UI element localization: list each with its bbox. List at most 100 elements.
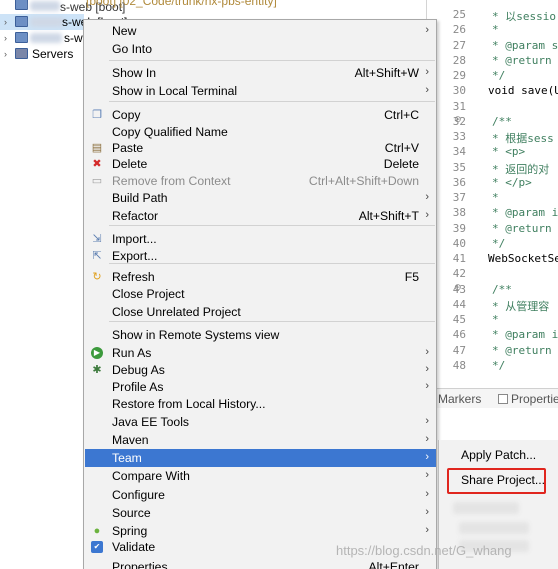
code-line: * (492, 313, 499, 326)
tree-item-servers[interactable]: › Servers (0, 46, 84, 62)
menu-item-label: Java EE Tools (112, 415, 190, 429)
project-icon (15, 32, 28, 43)
menu-item-label: Source (112, 506, 151, 520)
menu-item-label: Maven (112, 433, 149, 447)
menu-item-refactor[interactable]: Refactor Alt+Shift+T › (85, 207, 436, 225)
code-line: * @param i (492, 328, 558, 342)
code-line: * @return (492, 343, 552, 357)
export-icon: ⇱ (92, 250, 102, 262)
debug-icon: ✱ (92, 364, 102, 376)
menu-item-label: Close Project (112, 287, 185, 301)
watermark-text: https://blog.csdn.net/G_whang (336, 543, 512, 558)
menu-item-label: Close Unrelated Project (112, 305, 241, 319)
validate-checkbox-icon: ✔ (91, 541, 103, 553)
menu-item-label: Profile As (112, 380, 164, 394)
chevron-right-icon: › (425, 191, 429, 203)
menu-item-shortcut: Alt+Shift+T (358, 209, 419, 223)
menu-item-show-in-local-terminal[interactable]: Show in Local Terminal › (85, 82, 436, 100)
chevron-right-icon: › (425, 209, 429, 221)
code-line: * @param s (492, 38, 558, 52)
menu-item-label: Copy (112, 108, 141, 122)
code-line: * 返回的对 (492, 162, 550, 176)
import-icon: ⇲ (92, 233, 102, 245)
menu-item-label: Refresh (112, 270, 155, 284)
menu-item-remove-from-context: ▭ Remove from Context Ctrl+Alt+Shift+Down (85, 172, 436, 190)
code-line: * @return (492, 221, 552, 235)
chevron-right-icon: › (425, 488, 429, 500)
tree-item-project[interactable]: › s-w (0, 30, 84, 46)
menu-item-run-as[interactable]: ▶ Run As › (85, 344, 436, 362)
chevron-right-icon: › (425, 524, 429, 536)
menu-item-profile-as[interactable]: Profile As › (85, 378, 436, 396)
code-line: WebSocketSe (488, 252, 558, 265)
code-line: */ (492, 236, 506, 250)
menu-item-label: Properties (112, 560, 168, 569)
bottom-view-tabs: Markers Properties (436, 388, 558, 408)
code-line: * </p> (492, 175, 532, 189)
tree-item-project[interactable]: › s-web [boot] (0, 14, 127, 30)
code-line: /** (492, 282, 512, 296)
code-line: * @param i (492, 206, 558, 220)
code-line: */ (492, 69, 506, 82)
menu-item-compare-with[interactable]: Compare With › (85, 467, 436, 485)
chevron-right-icon: › (425, 24, 429, 36)
menu-item-shortcut: Delete (383, 157, 419, 171)
menu-item-shortcut: Ctrl+V (384, 141, 419, 155)
tree-item-project-selected[interactable]: s-web [boot] (0, 0, 125, 14)
menu-item-close-project[interactable]: Close Project (85, 285, 436, 303)
chevron-right-icon: › (425, 380, 429, 392)
menu-item-close-unrelated-project[interactable]: Close Unrelated Project (85, 303, 436, 321)
menu-item-apply-patch[interactable]: Apply Patch... (439, 445, 558, 465)
menu-item-label: Show In (112, 66, 157, 80)
project-icon (15, 16, 28, 27)
menu-separator (109, 321, 435, 322)
menu-item-copy[interactable]: ❐ Copy Ctrl+C (85, 106, 436, 124)
run-icon: ▶ (91, 347, 103, 359)
menu-item-label: Spring (112, 524, 148, 538)
menu-item-source[interactable]: Source › (85, 504, 436, 522)
menu-item-label: Refactor (112, 209, 159, 223)
delete-icon: ✖ (92, 158, 102, 170)
menu-item-show-in[interactable]: Show In Alt+Shift+W › (85, 64, 436, 82)
menu-item-show-in-remote-systems-view[interactable]: Show in Remote Systems view (85, 326, 436, 344)
remove-context-icon: ▭ (91, 175, 103, 187)
fold-icon[interactable]: ⊖ (454, 115, 462, 125)
menu-item-delete[interactable]: ✖ Delete Delete (85, 155, 436, 173)
chevron-right-icon: › (425, 66, 429, 78)
menu-item-maven[interactable]: Maven › (85, 431, 436, 449)
code-line: */ (492, 358, 506, 372)
chevron-right-icon: › (425, 363, 429, 375)
menu-separator (109, 101, 435, 102)
menu-item-import[interactable]: ⇲ Import... (85, 230, 436, 248)
refresh-icon: ↻ (92, 271, 102, 283)
chevron-right-icon: › (425, 346, 429, 358)
tree-item-label: Servers (32, 47, 74, 61)
menu-item-new[interactable]: New › (85, 22, 436, 40)
chevron-right-icon: › (425, 451, 429, 463)
fold-icon[interactable]: ⊖ (454, 283, 462, 293)
menu-item-team[interactable]: Team › (85, 449, 436, 467)
folder-icon (15, 48, 28, 59)
chevron-right-icon: › (4, 33, 7, 43)
menu-item-label: Configure (112, 488, 165, 502)
menu-item-properties[interactable]: Properties Alt+Enter (85, 558, 436, 569)
chevron-right-icon: › (425, 433, 429, 445)
menu-item-configure[interactable]: Configure › (85, 486, 436, 504)
context-menu: New › Go Into Show In Alt+Shift+W › Show in Lo… (83, 19, 437, 569)
menu-item-restore-from-local-history[interactable]: Restore from Local History... (85, 395, 436, 413)
code-line: * 从管理容 (492, 299, 550, 313)
menu-item-label: Compare With (112, 469, 190, 483)
menu-item-label: Copy Qualified Name (112, 125, 228, 139)
tab-markers[interactable]: Markers (438, 392, 481, 406)
code-line: * <p> (492, 145, 526, 159)
menu-item-java-ee-tools[interactable]: Java EE Tools › (85, 413, 436, 431)
tab-properties[interactable]: Properties (498, 392, 558, 406)
menu-item-build-path[interactable]: Build Path › (85, 189, 436, 207)
menu-item-go-into[interactable]: Go Into (85, 40, 436, 58)
menu-item-debug-as[interactable]: ✱ Debug As › (85, 361, 436, 379)
menu-item-refresh[interactable]: ↻ Refresh F5 (85, 268, 436, 286)
code-line: * @return (492, 53, 552, 67)
chevron-right-icon: › (425, 415, 429, 427)
menu-item-label: Build Path (112, 191, 168, 205)
chevron-right-icon: › (425, 506, 429, 518)
